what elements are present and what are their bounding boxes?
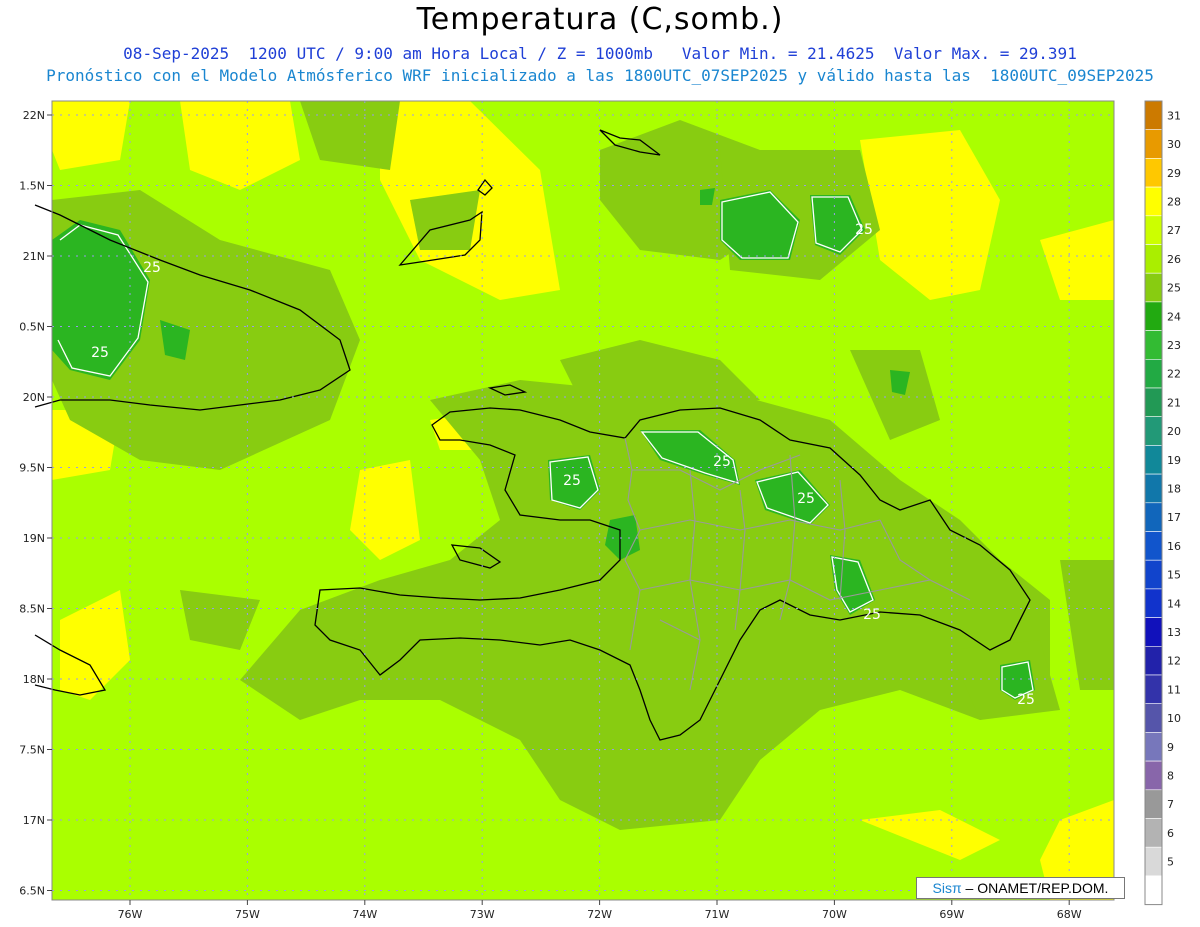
- contour-label: 25: [563, 473, 581, 489]
- colorbar-swatch: [1144, 502, 1163, 532]
- colorbar-swatch: [1144, 588, 1163, 618]
- colorbar-swatch: [1144, 129, 1163, 159]
- lon-tick-label: 68W: [1057, 908, 1082, 921]
- colorbar-label: 31: [1167, 109, 1181, 122]
- colorbar-label: 27: [1167, 224, 1181, 237]
- colorbar-label: 10: [1167, 712, 1181, 725]
- colorbar-swatch: [1144, 330, 1163, 360]
- colorbar-swatch: [1144, 559, 1163, 590]
- lat-tick-label: 7.5N: [19, 744, 45, 757]
- lat-tick-label: 21N: [23, 250, 45, 263]
- colorbar-label: 29: [1167, 167, 1181, 180]
- lat-tick-label: 8.5N: [19, 603, 45, 616]
- colorbar-label: 30: [1167, 138, 1181, 151]
- contour-label: 25: [863, 607, 881, 623]
- contour-label: 25: [797, 491, 815, 507]
- temperature-shading: [52, 101, 1114, 900]
- lon-tick-label: 73W: [470, 908, 495, 921]
- credit-label: – ONAMET/REP.DOM.: [961, 880, 1109, 896]
- colorbar-label: 5: [1167, 856, 1174, 869]
- colorbar-swatch: [1144, 875, 1163, 905]
- contour-label: 25: [1017, 692, 1035, 708]
- latitude-axis: 22N 1.5N 21N 0.5N 20N 9.5N 19N 8.5N 18N 7.5N 17N 6.…: [19, 109, 52, 898]
- contour-label: 25: [143, 260, 161, 276]
- colorbar-label: 11: [1167, 683, 1181, 696]
- colorbar-swatch: [1144, 158, 1163, 188]
- colorbar-label: 19: [1167, 454, 1181, 467]
- lon-tick-label: 69W: [939, 908, 964, 921]
- colorbar-label: 6: [1167, 827, 1174, 840]
- colorbar-swatch: [1144, 760, 1163, 791]
- colorbar-label: 23: [1167, 339, 1181, 352]
- lat-tick-label: 6.5N: [19, 885, 45, 898]
- credit-box: Sisπ – ONAMET/REP.DOM.: [916, 877, 1125, 899]
- colorbar-label: 28: [1167, 195, 1181, 208]
- brand-label: Sisπ: [932, 880, 962, 896]
- colorbar-swatch: [1144, 358, 1163, 389]
- colorbar-label: 9: [1167, 741, 1174, 754]
- contour-label: 25: [855, 222, 873, 238]
- colorbar-swatch: [1144, 645, 1163, 676]
- lat-tick-label: 9.5N: [19, 462, 45, 475]
- colorbar-swatch: [1144, 818, 1163, 848]
- lat-tick-label: 0.5N: [19, 321, 45, 334]
- colorbar-label: 16: [1167, 540, 1181, 553]
- contour-label: 25: [713, 454, 731, 470]
- colorbar-swatch: [1144, 445, 1163, 475]
- colorbar-swatch: [1144, 301, 1163, 331]
- colorbar-swatch: [1144, 215, 1163, 245]
- colorbar-label: 21: [1167, 396, 1181, 409]
- lon-tick-label: 76W: [118, 908, 143, 921]
- lon-tick-label: 70W: [822, 908, 847, 921]
- colorbar-swatch: [1144, 473, 1163, 504]
- lat-tick-label: 20N: [23, 391, 45, 404]
- colorbar-swatch: [1144, 789, 1163, 819]
- longitude-axis: 76W 75W 74W 73W 72W 71W 70W 69W 68W: [118, 900, 1082, 921]
- colorbar-legend: 31 30 29 28 27 26 25 24 23 22 21 20 19 18 17 16 15 14 13 12…: [1144, 100, 1181, 906]
- colorbar-swatch: [1144, 100, 1163, 131]
- colorbar-swatch: [1144, 732, 1163, 762]
- temperature-map: 25 25 25 25 25 25 25 25 22N 1.5N 21N 0.5N 20N 9.5N 19…: [19, 100, 1181, 921]
- colorbar-swatch: [1144, 244, 1163, 274]
- colorbar-swatch: [1144, 617, 1163, 647]
- colorbar-label: 18: [1167, 482, 1181, 495]
- colorbar-swatch: [1144, 531, 1163, 561]
- colorbar-label: 17: [1167, 511, 1181, 524]
- colorbar-swatch: [1144, 416, 1163, 446]
- lat-tick-label: 17N: [23, 814, 45, 827]
- lat-tick-label: 22N: [23, 109, 45, 122]
- colorbar-swatch: [1144, 272, 1163, 303]
- colorbar-label: 25: [1167, 282, 1181, 295]
- colorbar-label: 26: [1167, 253, 1181, 266]
- colorbar-swatch: [1144, 703, 1163, 733]
- colorbar-label: 8: [1167, 769, 1174, 782]
- colorbar-label: 13: [1167, 626, 1181, 639]
- colorbar-label: 22: [1167, 368, 1181, 381]
- colorbar-label: 20: [1167, 425, 1181, 438]
- colorbar-swatch: [1144, 674, 1163, 705]
- colorbar-swatch: [1144, 186, 1163, 217]
- colorbar-swatch: [1144, 387, 1163, 418]
- colorbar-label: 12: [1167, 655, 1181, 668]
- colorbar-label: 15: [1167, 569, 1181, 582]
- contour-label: 25: [91, 345, 109, 361]
- colorbar-label: 24: [1167, 310, 1181, 323]
- lon-tick-label: 71W: [705, 908, 730, 921]
- lon-tick-label: 72W: [587, 908, 612, 921]
- lon-tick-label: 74W: [352, 908, 377, 921]
- lon-tick-label: 75W: [235, 908, 260, 921]
- lat-tick-label: 1.5N: [19, 180, 45, 193]
- lat-tick-label: 19N: [23, 532, 45, 545]
- colorbar-label: 14: [1167, 597, 1181, 610]
- colorbar-label: 7: [1167, 798, 1174, 811]
- lat-tick-label: 18N: [23, 673, 45, 686]
- colorbar-swatch: [1144, 846, 1163, 877]
